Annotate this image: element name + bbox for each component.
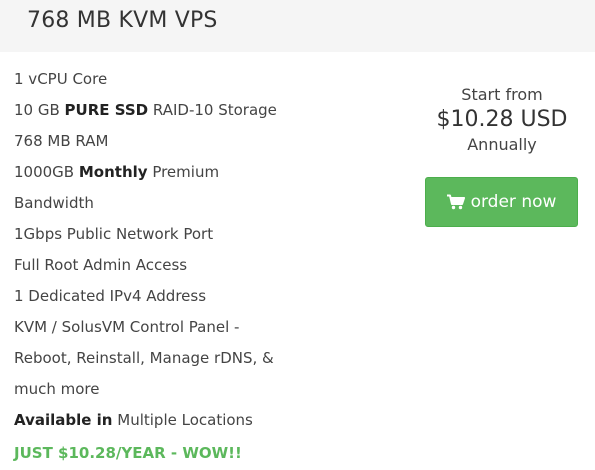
- feature-emphasis: PURE SSD: [64, 101, 149, 119]
- feature-text: Bandwidth: [14, 194, 94, 212]
- feature-list: 1 vCPU Core 10 GB PURE SSD RAID-10 Stora…: [14, 64, 344, 436]
- feature-item: Reboot, Reinstall, Manage rDNS, &: [14, 343, 344, 374]
- feature-text: 768 MB RAM: [14, 132, 109, 150]
- order-now-label: order now: [470, 192, 557, 212]
- feature-emphasis: Available in: [14, 411, 113, 429]
- feature-text: much more: [14, 380, 100, 398]
- price-value: $10.28 USD: [436, 107, 568, 132]
- feature-item: 10 GB PURE SSD RAID-10 Storage: [14, 95, 344, 126]
- feature-text-suffix: Premium: [147, 163, 220, 181]
- feature-item: KVM / SolusVM Control Panel -: [14, 312, 344, 343]
- feature-item: 1000GB Monthly Premium: [14, 157, 344, 188]
- feature-text-suffix: RAID-10 Storage: [148, 101, 277, 119]
- promo-text: JUST $10.28/YEAR - WOW!!: [14, 444, 242, 462]
- plan-title: 768 MB KVM VPS: [27, 8, 218, 33]
- feature-item: 1Gbps Public Network Port: [14, 219, 344, 250]
- feature-text: 1 Dedicated IPv4 Address: [14, 287, 207, 305]
- feature-text: 1000GB: [14, 163, 79, 181]
- feature-text: Full Root Admin Access: [14, 256, 188, 274]
- feature-emphasis: Monthly: [78, 163, 148, 181]
- feature-text-suffix: Multiple Locations: [112, 411, 253, 429]
- feature-text: Reboot, Reinstall, Manage rDNS, &: [14, 349, 274, 367]
- feature-item: 1 vCPU Core: [14, 64, 344, 95]
- price-box: Start from $10.28 USD Annually: [424, 84, 580, 156]
- shopping-cart-icon: [446, 194, 465, 210]
- plan-header: 768 MB KVM VPS: [0, 0, 595, 52]
- feature-item: Available in Multiple Locations: [14, 405, 344, 436]
- feature-text: KVM / SolusVM Control Panel -: [14, 318, 240, 336]
- feature-text: 1Gbps Public Network Port: [14, 225, 214, 243]
- feature-item: 1 Dedicated IPv4 Address: [14, 281, 344, 312]
- feature-item: much more: [14, 374, 344, 405]
- feature-item: Full Root Admin Access: [14, 250, 344, 281]
- feature-item: Bandwidth: [14, 188, 344, 219]
- feature-text: 1 vCPU Core: [14, 70, 108, 88]
- billing-period: Annually: [467, 135, 537, 154]
- feature-text: 10 GB: [14, 101, 65, 119]
- start-from-label: Start from: [461, 85, 543, 104]
- order-now-button[interactable]: order now: [425, 177, 578, 227]
- feature-item: 768 MB RAM: [14, 126, 344, 157]
